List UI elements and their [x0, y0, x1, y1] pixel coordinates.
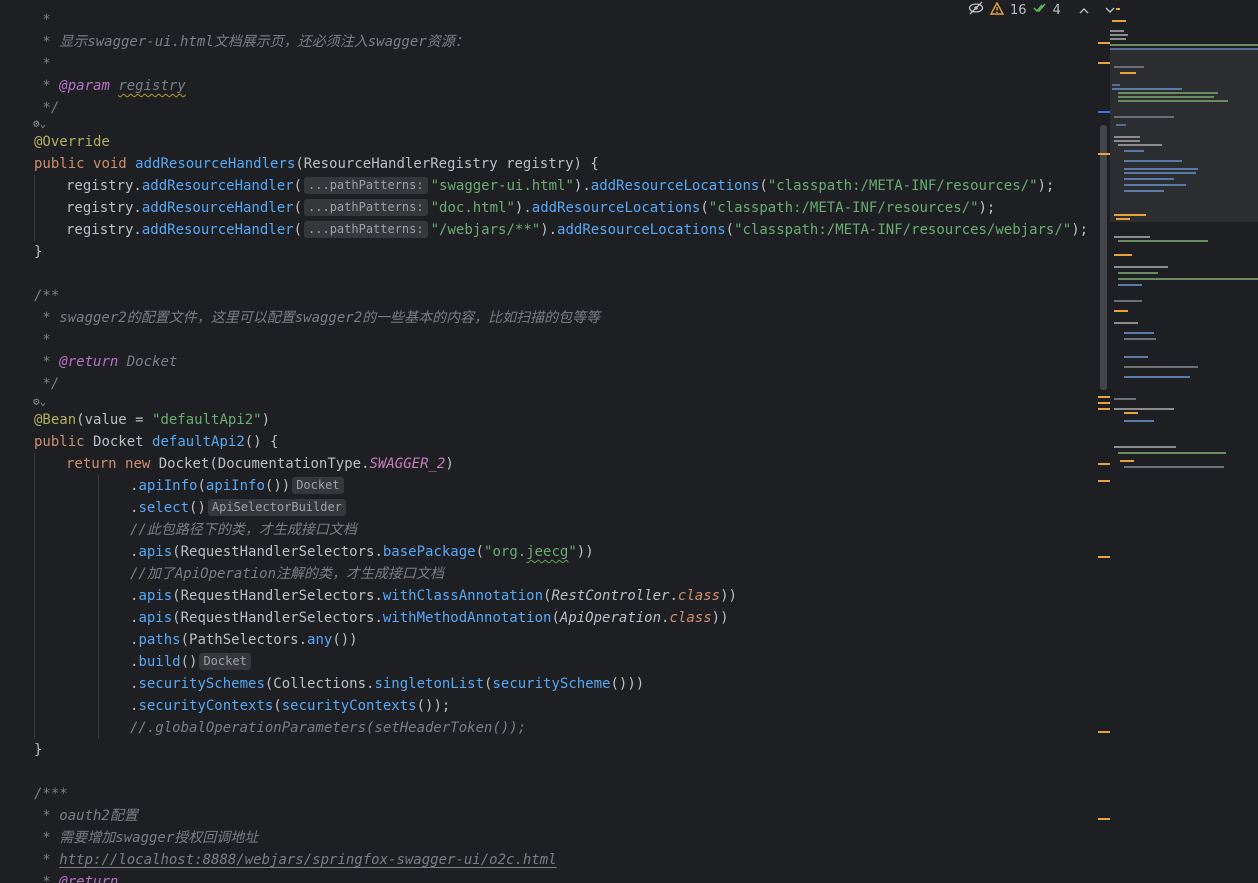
code-line: .apis(RequestHandlerSelectors.withClassA…	[130, 588, 737, 604]
string-literal: "/webjars/**"	[430, 222, 541, 238]
code-line: }	[34, 244, 43, 260]
javadoc-return-tag: @return	[59, 354, 119, 370]
code-line: .apis(RequestHandlerSelectors.basePackag…	[130, 544, 594, 560]
warning-marker[interactable]	[1098, 396, 1110, 398]
type-name: ApiOperation	[559, 610, 662, 626]
warning-marker[interactable]	[1098, 42, 1110, 44]
code-line: //加了ApiOperation注解的类，才生成接口文档	[130, 566, 445, 582]
string-literal: "classpath:/META-INF/resources/webjars/"	[734, 222, 1072, 238]
code-line: registry.addResourceHandler(...pathPatte…	[66, 177, 1055, 194]
type-name: DocumentationType	[217, 456, 362, 472]
string-literal: "org.	[484, 544, 527, 560]
warning-marker[interactable]	[1098, 408, 1110, 410]
annotation: @Bean	[34, 412, 77, 428]
code-line: registry.addResourceHandler(...pathPatte…	[66, 199, 996, 216]
code-line: * swagger2的配置文件，这里可以配置swagger2的一些基本的内容，比…	[34, 310, 601, 326]
code-line: //此包路径下的类，才生成接口文档	[130, 522, 357, 538]
type-hint: ApiSelectorBuilder	[207, 499, 346, 516]
javadoc-param-tag: @param	[59, 78, 110, 94]
code-line: .apiInfo(apiInfo()) Docket	[130, 475, 347, 497]
code-line: .apis(RequestHandlerSelectors.withMethod…	[130, 610, 729, 626]
code-line: //.globalOperationParameters(setHeaderTo…	[130, 720, 527, 736]
code-line: return new Docket(DocumentationType.SWAG…	[66, 456, 454, 472]
eye-slash-icon[interactable]	[968, 1, 984, 19]
warning-marker[interactable]	[1098, 402, 1110, 404]
chevron-up-icon[interactable]	[1079, 4, 1089, 17]
javadoc-link[interactable]: http://localhost:8888/webjars/springfox-…	[59, 852, 556, 868]
code-line: * http://localhost:8888/webjars/springfo…	[34, 852, 557, 868]
constant: SWAGGER_2	[369, 456, 446, 472]
keyword: new	[125, 456, 151, 472]
warning-marker[interactable]	[1098, 818, 1110, 820]
javadoc-param-name: registry	[118, 78, 186, 94]
warnings-count[interactable]: 16	[1010, 3, 1027, 18]
warning-triangle-icon[interactable]	[989, 1, 1005, 19]
string-literal: "	[568, 544, 577, 560]
error-stripe[interactable]	[1098, 0, 1110, 883]
code-line: * @param registry	[34, 78, 186, 94]
code-line: public void addResourceHandlers(Resource…	[34, 156, 599, 172]
code-line: *	[34, 56, 51, 72]
code-line: .select() ApiSelectorBuilder	[130, 497, 349, 519]
string-literal: "doc.html"	[430, 200, 515, 216]
code-line: * 显示swagger-ui.html文档展示页，还必须注入swagger资源：	[34, 34, 469, 50]
keyword: public	[34, 156, 85, 172]
parameter-hint: ...pathPatterns:	[304, 199, 428, 216]
info-marker[interactable]	[1098, 111, 1110, 113]
type-hint: Docket	[199, 653, 251, 670]
parameter-hint: ...pathPatterns:	[304, 177, 428, 194]
code-line: .securityContexts(securityContexts());	[130, 698, 451, 714]
type-name: RestController	[551, 588, 670, 604]
code-line: * oauth2配置	[34, 808, 138, 824]
code-line: /***	[34, 786, 68, 802]
code-line: @Bean(value = "defaultApi2")	[34, 412, 271, 428]
code-line: * @return Docket	[34, 354, 178, 370]
indent-guide	[34, 453, 35, 739]
code-line: *	[34, 332, 51, 348]
method-name: addResourceHandlers	[135, 156, 296, 172]
code-minimap[interactable]	[1110, 0, 1258, 883]
code-line: * @return	[34, 871, 118, 883]
code-line: @Override	[34, 134, 110, 150]
warning-marker[interactable]	[1098, 463, 1110, 465]
code-line: }	[34, 742, 43, 758]
javadoc-return-type: Docket	[126, 354, 178, 370]
parameter-hint: ...pathPatterns:	[304, 221, 428, 238]
warning-marker[interactable]	[1098, 731, 1110, 733]
string-literal: "classpath:/META-INF/resources/"	[708, 200, 979, 216]
code-editor[interactable]: * * 显示swagger-ui.html文档展示页，还必须注入swagger资…	[0, 0, 1098, 883]
type-name: Docket	[158, 456, 210, 472]
warning-marker[interactable]	[1098, 62, 1110, 64]
code-line: * 需要增加swagger授权回调地址	[34, 830, 259, 846]
code-line: .paths(PathSelectors.any())	[130, 632, 358, 648]
code-line: /**	[34, 288, 60, 304]
string-literal: jeecg	[526, 544, 569, 560]
code-line: registry.addResourceHandler(...pathPatte…	[66, 221, 1089, 238]
code-line: .securitySchemes(Collections.singletonLi…	[130, 676, 645, 692]
warning-marker[interactable]	[1098, 480, 1110, 482]
inspections-widget[interactable]: 16 4	[968, 0, 1115, 20]
ok-count[interactable]: 4	[1053, 3, 1061, 18]
code-line: .build() Docket	[130, 651, 254, 673]
code-line: *	[34, 12, 51, 28]
javadoc-return-tag: @return	[59, 874, 119, 883]
keyword: void	[93, 156, 127, 172]
warning-marker[interactable]	[1098, 153, 1110, 155]
string-literal: "defaultApi2"	[152, 412, 262, 428]
string-literal: "swagger-ui.html"	[430, 178, 574, 194]
indent-guide	[34, 175, 35, 241]
keyword: return	[66, 456, 117, 472]
string-literal: "classpath:/META-INF/resources/"	[767, 178, 1038, 194]
type-hint: Docket	[292, 477, 344, 494]
keyword: public	[34, 434, 85, 450]
param-name: registry	[506, 156, 574, 172]
double-check-icon[interactable]	[1033, 2, 1047, 18]
type-name: ResourceHandlerRegistry	[303, 156, 498, 172]
method-name: defaultApi2	[152, 434, 245, 450]
indent-guide	[98, 475, 99, 739]
code-line: public Docket defaultApi2() {	[34, 434, 279, 450]
type-name: Docket	[93, 434, 144, 450]
warning-marker[interactable]	[1098, 556, 1110, 558]
